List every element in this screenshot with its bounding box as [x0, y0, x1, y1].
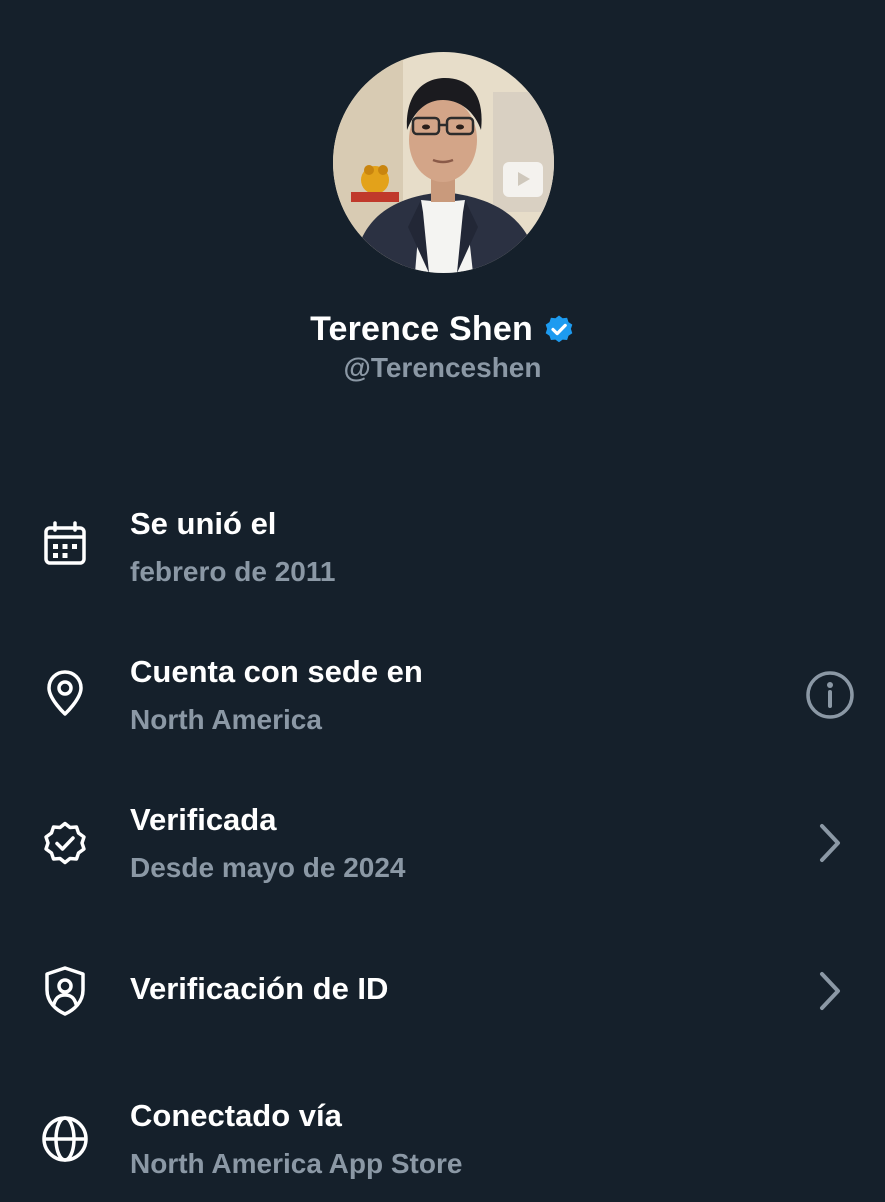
globe-icon	[38, 1112, 92, 1166]
connected-via-row: Conectado vía North America App Store	[0, 1092, 885, 1202]
profile-name-row: Terence Shen	[0, 310, 885, 349]
verified-row[interactable]: Verificada Desde mayo de 2024	[0, 796, 885, 906]
chevron-right-icon[interactable]	[800, 962, 860, 1022]
avatar[interactable]	[333, 52, 554, 273]
location-title: Cuenta con sede en	[130, 654, 423, 689]
profile-photo-icon	[333, 52, 554, 273]
verified-since: Desde mayo de 2024	[130, 852, 406, 883]
user-handle: @Terenceshen	[343, 352, 542, 383]
location-value: North America	[130, 704, 322, 735]
calendar-icon	[38, 518, 92, 572]
account-location-row: Cuenta con sede en North America	[0, 648, 885, 758]
shield-person-icon	[38, 964, 92, 1018]
chevron-right-icon[interactable]	[800, 814, 860, 874]
display-name: Terence Shen	[310, 310, 533, 348]
joined-date-row: Se unió el febrero de 2011	[0, 500, 885, 610]
verified-badge-icon[interactable]	[543, 314, 575, 346]
connected-via-title: Conectado vía	[130, 1098, 342, 1133]
location-pin-icon	[38, 666, 92, 720]
id-verification-title: Verificación de ID	[130, 971, 389, 1006]
info-icon[interactable]	[800, 665, 860, 725]
joined-title: Se unió el	[130, 506, 277, 541]
verified-title: Verificada	[130, 802, 277, 837]
id-verification-row[interactable]: Verificación de ID	[0, 944, 885, 1054]
joined-date: febrero de 2011	[130, 556, 336, 587]
connected-via-value: North America App Store	[130, 1148, 463, 1179]
verified-badge-outline-icon	[38, 816, 92, 870]
